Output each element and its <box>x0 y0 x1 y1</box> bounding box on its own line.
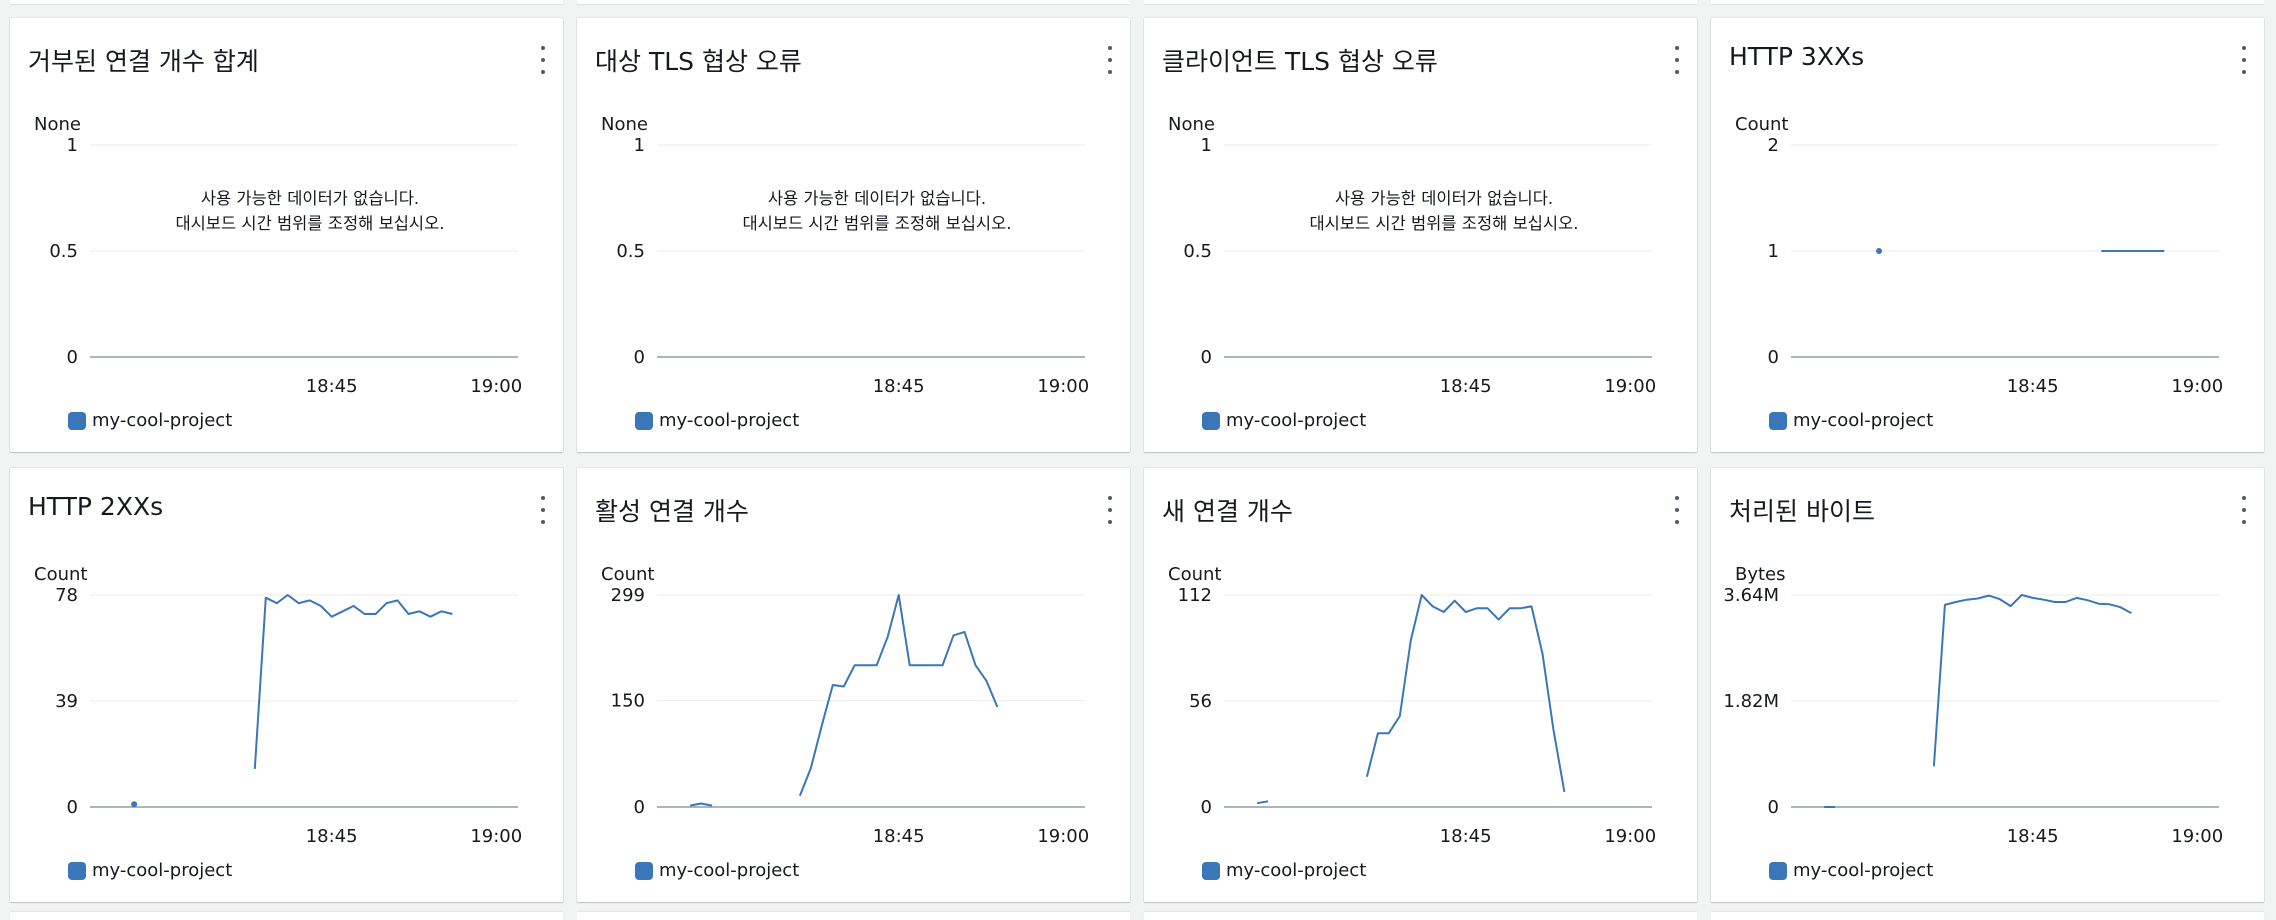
no-data-line-1: 사용 가능한 데이터가 없습니다. <box>1334 189 1554 208</box>
x-tick-label: 19:00 <box>1037 376 1089 397</box>
y-tick-label: 1 <box>634 135 645 156</box>
x-tick-label: 19:00 <box>1604 826 1656 847</box>
y-tick-label: 0.5 <box>1183 241 1212 262</box>
legend-label: my-cool-project <box>1226 860 1367 881</box>
widget-rejected-connections: 거부된 연결 개수 합계 None 0 0.5 1 18:45 19:00 사용 가능한 데이… <box>10 18 563 452</box>
y-tick-label: 112 <box>1178 585 1212 606</box>
y-tick-label: 1 <box>1201 135 1212 156</box>
y-tick-label: 150 <box>611 691 645 712</box>
series-line <box>798 594 999 797</box>
no-data-message: 사용 가능한 데이터가 없습니다. 대시보드 시간 범위를 조정해 보십시오. <box>657 186 1097 236</box>
data-point <box>1876 248 1883 254</box>
widget-active-connections: 활성 연결 개수 Count 0 150 299 18:45 19:00 my-cool-pr… <box>577 468 1130 902</box>
y-tick-label: 0.5 <box>616 241 645 262</box>
legend-item[interactable]: my-cool-project <box>635 410 799 431</box>
legend-item[interactable]: my-cool-project <box>68 860 232 881</box>
x-tick-label: 19:00 <box>1037 826 1089 847</box>
series-line <box>1256 800 1269 805</box>
legend-label: my-cool-project <box>92 410 233 431</box>
widget-processed-bytes: 처리된 바이트 Bytes 0 1.82M 3.64M 18:45 19:00 my-cool… <box>1711 468 2264 902</box>
y-tick-label: 1 <box>67 135 78 156</box>
dashboard: 거부된 연결 개수 합계 None 0 0.5 1 18:45 19:00 사용 가능한 데이… <box>0 0 2276 920</box>
widget-http-2xx: HTTP 2XXs Count 0 39 78 18:45 19:00 my-cool-pro… <box>10 468 563 902</box>
y-tick-label: 1 <box>1768 241 1779 262</box>
no-data-line-2: 대시보드 시간 범위를 조정해 보십시오. <box>175 214 445 233</box>
legend-label: my-cool-project <box>92 860 233 881</box>
x-tick-label: 18:45 <box>873 376 925 397</box>
no-data-line-2: 대시보드 시간 범위를 조정해 보십시오. <box>1309 214 1579 233</box>
line-chart: 0 39 78 18:45 19:00 <box>55 585 522 847</box>
y-tick-label: 0 <box>1768 347 1779 368</box>
y-tick-label: 2 <box>1768 135 1779 156</box>
line-chart: 0 1.82M 3.64M 18:45 19:00 <box>1723 585 2223 847</box>
legend-label: my-cool-project <box>1226 410 1367 431</box>
y-tick-label: 0.5 <box>49 241 78 262</box>
legend-label: my-cool-project <box>1793 860 1934 881</box>
next-row-edge <box>0 912 2276 920</box>
x-tick-label: 18:45 <box>1440 826 1492 847</box>
legend-label: my-cool-project <box>1793 410 1934 431</box>
line-chart: 0 1 2 18:45 19:00 <box>1768 135 2224 397</box>
x-tick-label: 18:45 <box>306 376 358 397</box>
y-tick-label: 3.64M <box>1723 585 1779 606</box>
legend-item[interactable]: my-cool-project <box>1769 410 1933 431</box>
x-tick-label: 19:00 <box>1604 376 1656 397</box>
legend-swatch <box>635 411 653 430</box>
series-line <box>689 802 713 807</box>
legend-swatch <box>635 861 653 880</box>
x-tick-label: 18:45 <box>2007 376 2059 397</box>
previous-row-edge <box>0 0 2276 6</box>
line-chart: 0 150 299 18:45 19:00 <box>611 585 1090 847</box>
line-chart: 0 56 112 18:45 19:00 <box>1178 585 1657 847</box>
y-tick-label: 78 <box>55 585 78 606</box>
series-line <box>1932 594 2132 767</box>
legend-item[interactable]: my-cool-project <box>1202 860 1366 881</box>
y-tick-label: 56 <box>1189 691 1212 712</box>
x-tick-label: 18:45 <box>2007 826 2059 847</box>
x-tick-label: 19:00 <box>2171 376 2223 397</box>
legend-item[interactable]: my-cool-project <box>635 860 799 881</box>
legend-item[interactable]: my-cool-project <box>1202 410 1366 431</box>
legend-label: my-cool-project <box>659 410 800 431</box>
widget-client-tls-errors: 클라이언트 TLS 협상 오류 None 0 0.5 1 18:45 19:00 사용 가능한… <box>1144 18 1697 452</box>
no-data-message: 사용 가능한 데이터가 없습니다. 대시보드 시간 범위를 조정해 보십시오. <box>1224 186 1664 236</box>
widget-target-tls-errors: 대상 TLS 협상 오류 None 0 0.5 1 18:45 19:00 사용 가능한 데이… <box>577 18 1130 452</box>
data-point <box>131 801 138 808</box>
x-tick-label: 18:45 <box>1440 376 1492 397</box>
legend-swatch <box>1202 861 1220 880</box>
y-tick-label: 299 <box>611 585 645 606</box>
x-tick-label: 19:00 <box>2171 826 2223 847</box>
y-tick-label: 0 <box>634 347 645 368</box>
legend-swatch <box>68 411 86 430</box>
x-tick-label: 18:45 <box>306 826 358 847</box>
x-tick-label: 19:00 <box>470 376 522 397</box>
x-tick-label: 18:45 <box>873 826 925 847</box>
no-data-line-1: 사용 가능한 데이터가 없습니다. <box>200 189 420 208</box>
series-line <box>1365 594 1566 793</box>
no-data-line-1: 사용 가능한 데이터가 없습니다. <box>767 189 987 208</box>
no-data-line-2: 대시보드 시간 범위를 조정해 보십시오. <box>742 214 1012 233</box>
y-tick-label: 0 <box>1201 347 1212 368</box>
y-tick-label: 1.82M <box>1723 691 1779 712</box>
y-tick-label: 0 <box>1201 797 1212 818</box>
y-tick-label: 0 <box>1768 797 1779 818</box>
widget-new-connections: 새 연결 개수 Count 0 56 112 18:45 19:00 my-cool-proj… <box>1144 468 1697 902</box>
legend-swatch <box>1769 411 1787 430</box>
legend-item[interactable]: my-cool-project <box>1769 860 1933 881</box>
y-tick-label: 0 <box>67 797 78 818</box>
x-tick-label: 19:00 <box>470 826 522 847</box>
widget-http-3xx: HTTP 3XXs Count 0 1 2 18:45 19:00 my-cool-proje… <box>1711 18 2264 452</box>
legend-swatch <box>1202 411 1220 430</box>
legend-swatch <box>1769 861 1787 880</box>
legend-label: my-cool-project <box>659 860 800 881</box>
y-tick-label: 0 <box>634 797 645 818</box>
y-tick-label: 39 <box>55 691 78 712</box>
legend-swatch <box>68 861 86 880</box>
legend-item[interactable]: my-cool-project <box>68 410 232 431</box>
no-data-message: 사용 가능한 데이터가 없습니다. 대시보드 시간 범위를 조정해 보십시오. <box>90 186 530 236</box>
y-tick-label: 0 <box>67 347 78 368</box>
series-line <box>253 594 453 769</box>
